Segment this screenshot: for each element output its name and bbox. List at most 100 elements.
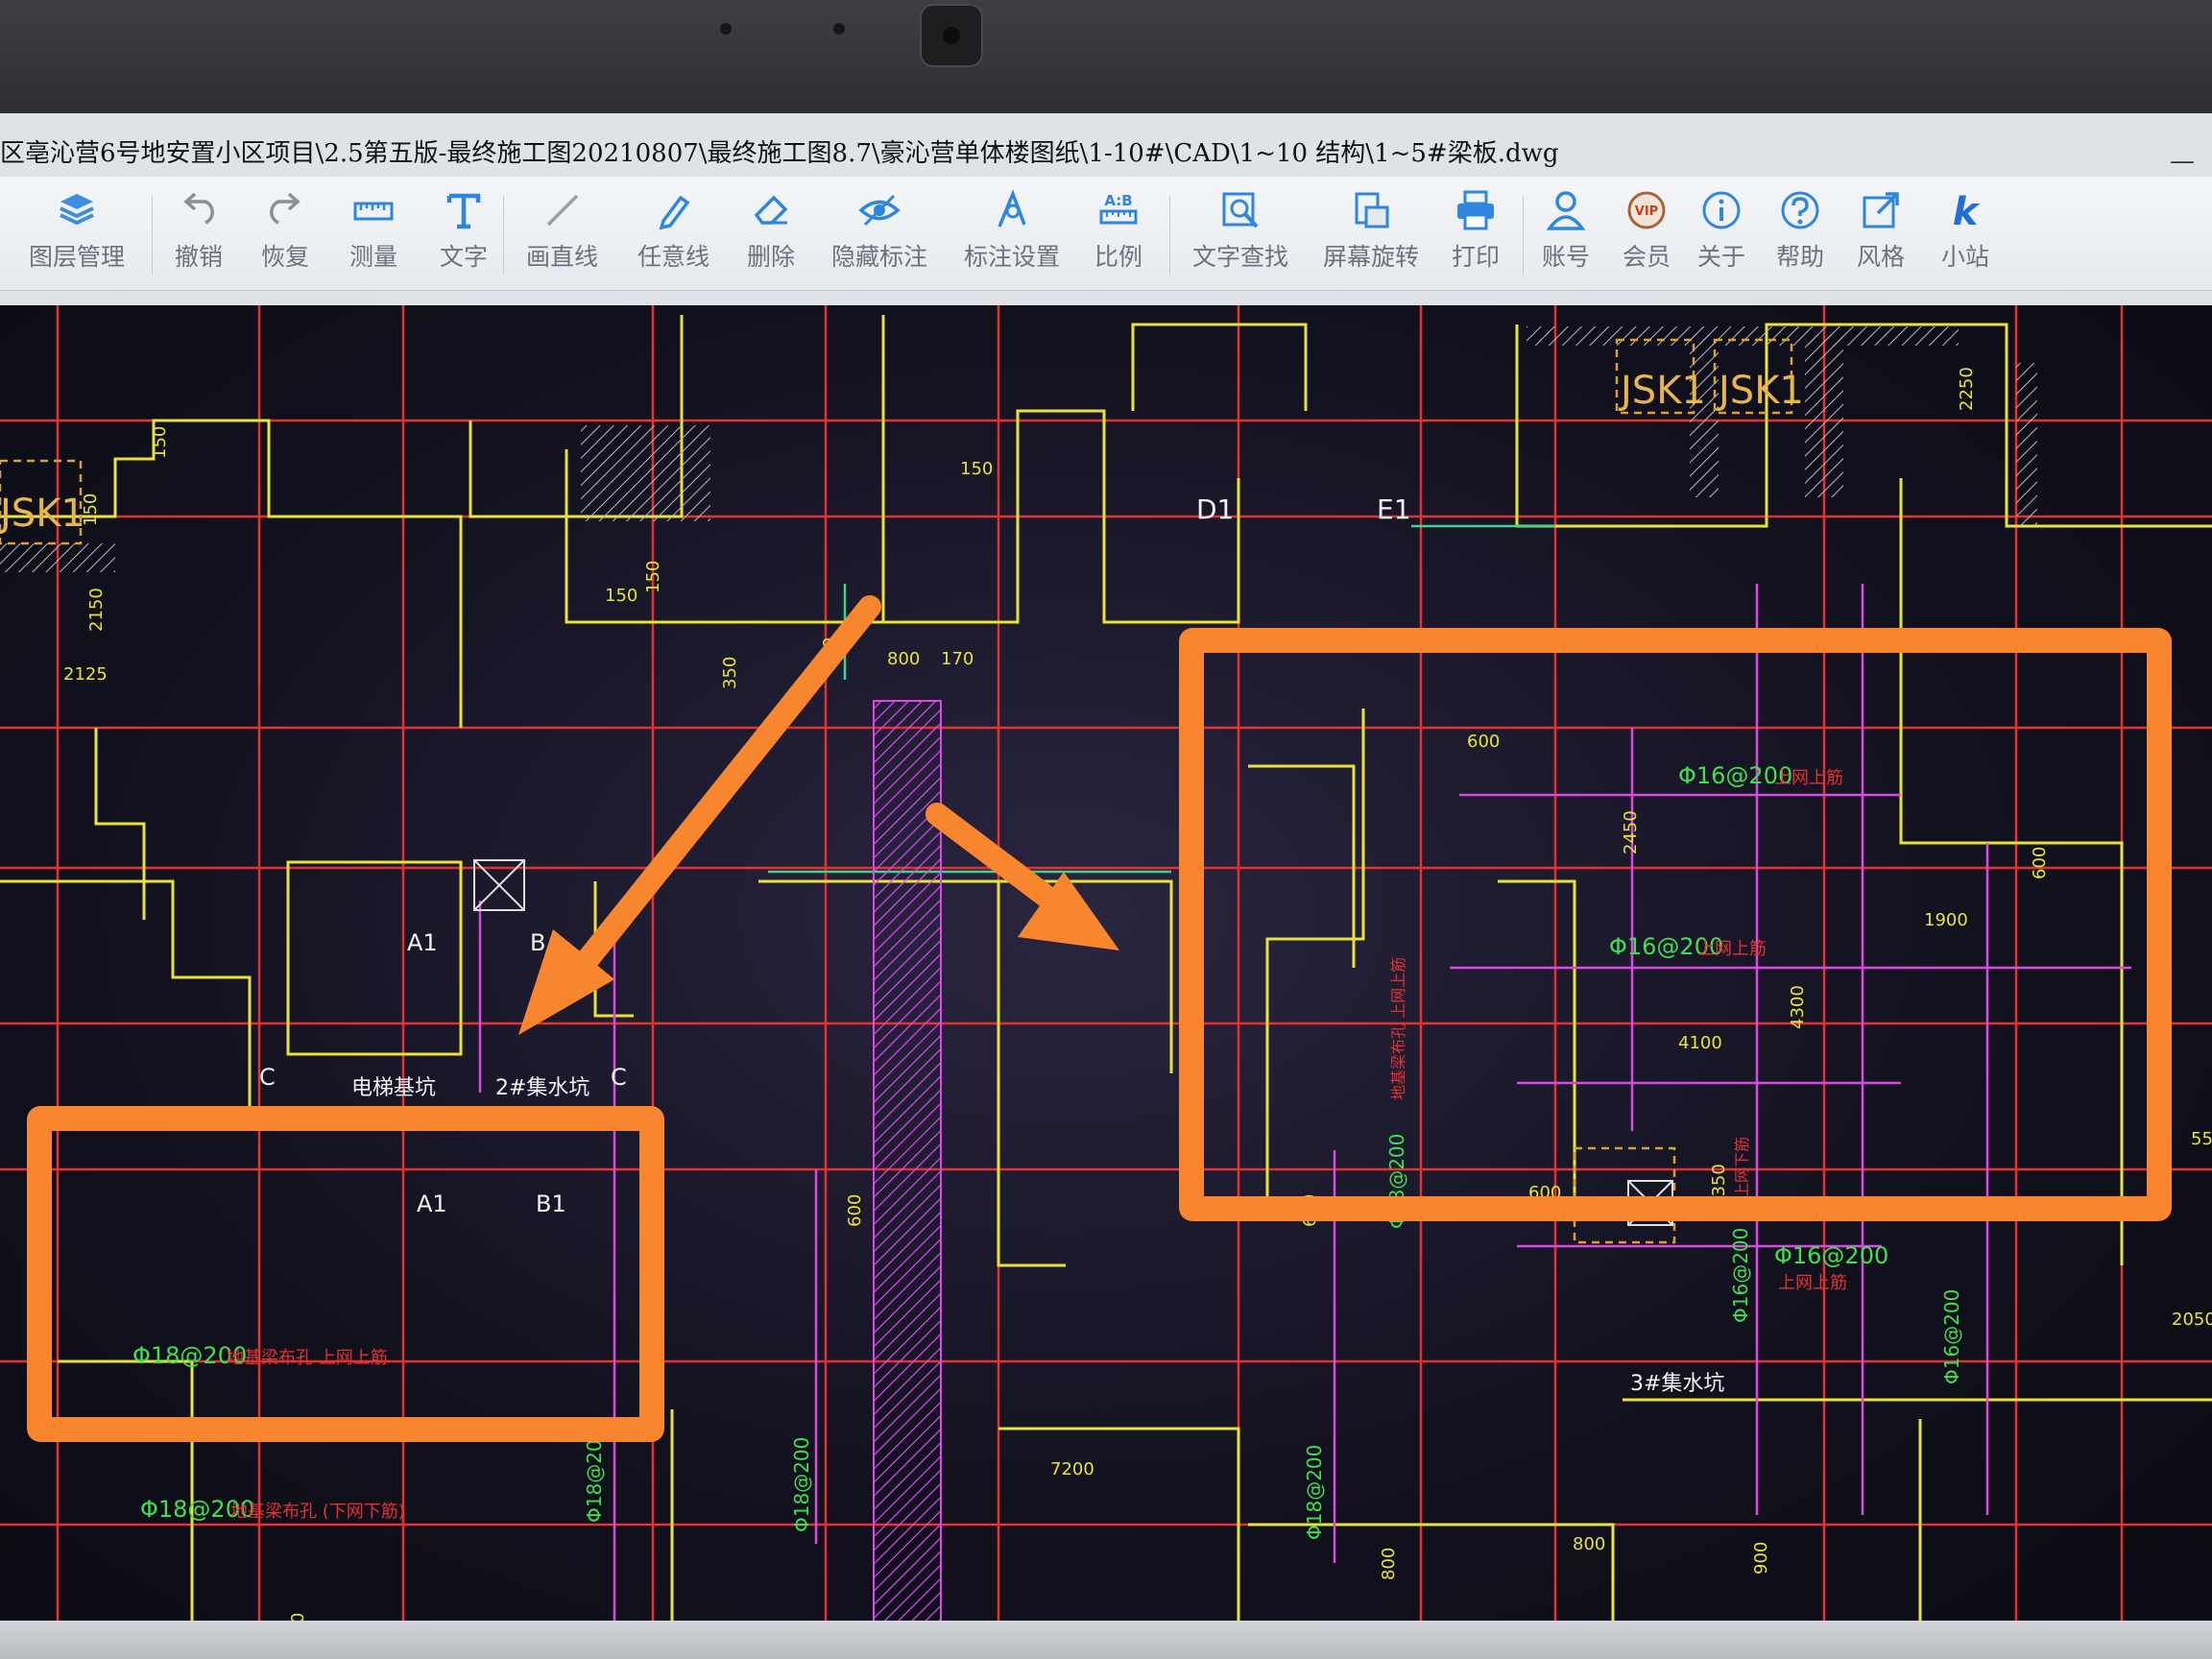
redo-label: 恢复 — [261, 243, 310, 271]
undo-label: 撤销 — [175, 243, 224, 271]
rebar-label: Φ18@200 — [1303, 1445, 1326, 1540]
delete-label: 删除 — [747, 243, 796, 271]
cad-drawing-canvas[interactable]: JSK1 JSK1 JSK1 D1 E1 A1 B C C A1 B1 电梯基坑… — [0, 305, 2212, 1659]
vip-label: 会员 — [1623, 243, 1671, 271]
dimension-label: 2150 — [86, 588, 107, 632]
dimension-label: 2250 — [1957, 367, 1977, 411]
axis-label: C — [611, 1064, 627, 1091]
vip-button[interactable]: VIP 会员 — [1623, 186, 1671, 282]
rotate-screen-icon — [1348, 186, 1394, 234]
text-icon — [441, 186, 487, 234]
svg-text:VIP: VIP — [1635, 204, 1658, 219]
dimension-label: 550 — [2191, 1129, 2212, 1149]
axis-label: C — [259, 1064, 276, 1091]
axis-label: A1 — [407, 929, 438, 956]
annotation-arrows — [518, 595, 1119, 1035]
hide-annotations-button[interactable]: 隐藏标注 — [831, 186, 927, 282]
layers-button[interactable]: 图层管理 — [29, 186, 125, 282]
webcam — [920, 4, 983, 67]
jsk-label: JSK1 — [1716, 369, 1804, 413]
jsk-label: JSK1 — [0, 492, 85, 536]
sensor-dot — [833, 23, 845, 35]
print-button[interactable]: 打印 — [1452, 186, 1500, 282]
window-titlebar: 区亳沁营6号地安置小区项目\2.5第五版-最终施工图20210807\最终施工图… — [0, 132, 2212, 175]
text-search-icon — [1217, 186, 1263, 234]
style-icon — [1858, 186, 1904, 234]
print-label: 打印 — [1452, 243, 1501, 271]
dimension-label: 150 — [643, 561, 663, 593]
axis-label: B — [530, 929, 545, 956]
dimension-label: 170 — [941, 649, 974, 669]
dimension-label: 150 — [150, 426, 170, 459]
station-label: 小站 — [1941, 243, 1990, 271]
scale-label: 比例 — [1094, 243, 1143, 271]
freehand-label: 任意线 — [637, 243, 710, 271]
toolbar-separator — [1169, 196, 1170, 275]
about-label: 关于 — [1697, 243, 1746, 271]
toolbar-separator — [503, 196, 504, 275]
pen-icon — [651, 186, 697, 234]
line-icon — [540, 186, 586, 234]
dimension-label: 150 — [960, 459, 993, 479]
text-search-button[interactable]: 文字查找 — [1192, 186, 1288, 282]
dimension-label: 350 — [720, 657, 740, 689]
rebar-label: Φ16@200 — [1774, 1242, 1888, 1269]
axis-label: D1 — [1196, 493, 1234, 525]
sensor-dot — [720, 23, 732, 35]
minimize-button[interactable]: — — [2170, 140, 2195, 175]
window-title: 区亳沁营6号地安置小区项目\2.5第五版-最终施工图20210807\最终施工图… — [0, 139, 1559, 168]
pit-label: 电梯基坑 — [351, 1076, 436, 1100]
axis-label: E1 — [1377, 493, 1411, 525]
user-icon — [1543, 186, 1589, 234]
dimension-label: 800 — [1379, 1548, 1399, 1580]
annotation-settings-button[interactable]: 标注设置 — [964, 186, 1060, 282]
rotate-screen-button[interactable]: 屏幕旋转 — [1323, 186, 1419, 282]
hide-annotations-label: 隐藏标注 — [831, 243, 928, 271]
layers-label: 图层管理 — [29, 243, 126, 271]
pit-label: 3#集水坑 — [1630, 1372, 1724, 1396]
rotate-screen-label: 屏幕旋转 — [1323, 243, 1420, 271]
status-bar — [0, 1621, 2212, 1659]
scale-button[interactable]: A:B 比例 — [1094, 186, 1142, 282]
toolbar-separator — [1523, 196, 1524, 275]
style-button[interactable]: 风格 — [1857, 186, 1905, 282]
laptop-bezel — [0, 0, 2212, 113]
layers-icon — [54, 186, 100, 234]
measure-label: 测量 — [349, 243, 398, 271]
dimension-label: 2050 — [2172, 1310, 2212, 1330]
about-button[interactable]: 关于 — [1697, 186, 1745, 282]
rebar-label: Φ16@200 — [1729, 1228, 1752, 1323]
dimension-label: 600 — [845, 1194, 865, 1227]
dimension-label: 7200 — [1050, 1459, 1094, 1479]
highlight-box-right — [1179, 628, 2172, 1221]
scale-icon: A:B — [1095, 186, 1142, 234]
help-icon — [1777, 186, 1823, 234]
rebar-label: Φ18@200 — [790, 1437, 813, 1532]
text-label: 文字 — [440, 243, 489, 271]
dimension-label: 800 — [1573, 1534, 1605, 1554]
rebar-note: 地基梁布孔 (下网下筋) — [230, 1502, 405, 1522]
app-window: 区亳沁营6号地安置小区项目\2.5第五版-最终施工图20210807\最终施工图… — [0, 113, 2212, 1659]
account-button[interactable]: 账号 — [1542, 186, 1590, 282]
dimension-label: 150 — [605, 586, 637, 606]
station-button[interactable]: k 小站 — [1941, 186, 1989, 282]
measure-button[interactable]: 测量 — [349, 186, 397, 282]
undo-button[interactable]: 撤销 — [175, 186, 223, 282]
ruler-icon — [350, 186, 397, 234]
redo-icon — [262, 186, 308, 234]
account-label: 账号 — [1542, 243, 1591, 271]
delete-button[interactable]: 删除 — [747, 186, 795, 282]
dimension-label: 800 — [887, 649, 920, 669]
freehand-button[interactable]: 任意线 — [637, 186, 709, 282]
k-logo-icon: k — [1942, 186, 1988, 234]
rebar-note: 上网上筋 — [1778, 1273, 1847, 1293]
eraser-icon — [748, 186, 794, 234]
text-button[interactable]: 文字 — [440, 186, 488, 282]
toolbar-separator — [152, 196, 153, 275]
redo-button[interactable]: 恢复 — [261, 186, 309, 282]
help-button[interactable]: 帮助 — [1776, 186, 1824, 282]
text-search-label: 文字查找 — [1192, 243, 1289, 271]
eye-icon — [856, 186, 902, 234]
pit-label: 2#集水坑 — [495, 1076, 589, 1100]
draw-line-button[interactable]: 画直线 — [526, 186, 598, 282]
